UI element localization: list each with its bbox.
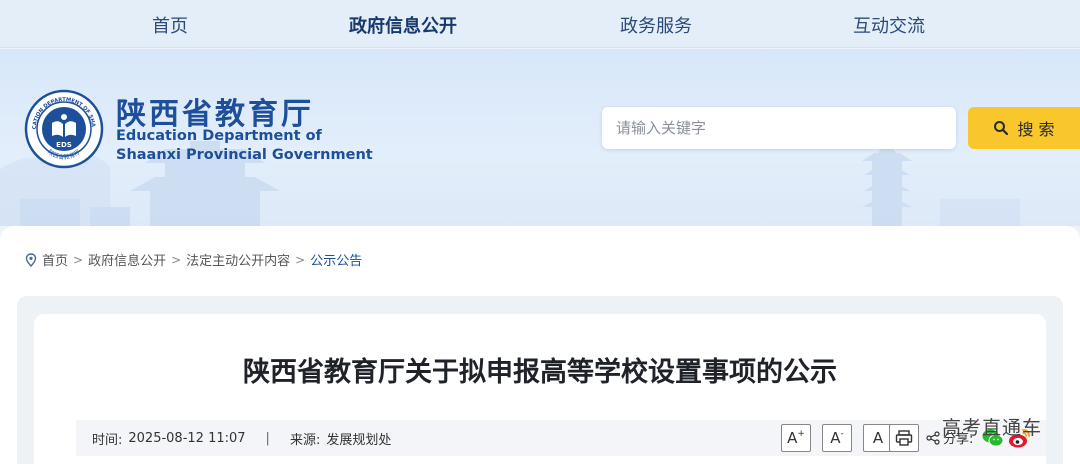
font-default-glyph: A bbox=[872, 429, 884, 447]
time-label: 时间: bbox=[92, 433, 123, 448]
time-value: 2025-08-12 11:07 bbox=[128, 431, 246, 446]
nav-item-home[interactable]: 首页 bbox=[152, 12, 188, 38]
breadcrumb-item-current[interactable]: 公示公告 bbox=[310, 250, 362, 269]
site-name-en-line2: Shaanxi Provincial Government bbox=[116, 147, 373, 163]
header-banner: EDS EDUCATION DEPARTMENT OF SHAANXI 陕西省教… bbox=[0, 49, 1080, 226]
breadcrumb-item-gov-info[interactable]: 政府信息公开 bbox=[88, 250, 166, 269]
search-button-label: 搜 索 bbox=[1017, 120, 1055, 139]
emblem-text: EDS bbox=[56, 141, 72, 149]
font-size-increase-button[interactable]: A + bbox=[781, 424, 811, 452]
education-department-emblem: EDS EDUCATION DEPARTMENT OF SHAANXI 陕西省教… bbox=[24, 89, 104, 169]
watermark-text: 高考直通车 bbox=[942, 417, 1043, 439]
article-title: 陕西省教育厅关于拟申报高等学校设置事项的公示 bbox=[243, 357, 837, 388]
site-name-en: Education Department of Shaanxi Provinci… bbox=[116, 127, 373, 165]
nav-item-interaction[interactable]: 互动交流 bbox=[853, 12, 925, 38]
location-pin-icon bbox=[25, 252, 37, 267]
font-increase-sup: + bbox=[797, 429, 805, 439]
nav-item-gov-info[interactable]: 政府信息公开 bbox=[349, 12, 457, 38]
font-increase-glyph: A bbox=[787, 429, 798, 447]
search-input[interactable] bbox=[616, 117, 936, 139]
breadcrumb-item-statutory[interactable]: 法定主动公开内容 bbox=[186, 250, 290, 269]
search-button[interactable]: 搜 索 bbox=[968, 107, 1080, 149]
font-size-decrease-button[interactable]: A- bbox=[822, 424, 852, 452]
printer-icon bbox=[895, 430, 913, 446]
print-button[interactable] bbox=[889, 424, 919, 452]
source-value: 发展规划处 bbox=[326, 433, 392, 448]
breadcrumb-separator: > bbox=[73, 252, 84, 267]
font-decrease-sup: - bbox=[840, 429, 844, 439]
search-icon bbox=[994, 121, 1009, 136]
breadcrumb: 首页 > 政府信息公开 > 法定主动公开内容 > 公示公告 bbox=[24, 250, 362, 269]
site-name-en-line1: Education Department of bbox=[116, 128, 322, 144]
search-box bbox=[602, 107, 956, 149]
article-meta-bar: 时间: 2025-08-12 11:07 | 来源: 发展规划处 A + A- A bbox=[76, 420, 1046, 456]
main-content: 首页 > 政府信息公开 > 法定主动公开内容 > 公示公告 陕西省教育厅关于拟申… bbox=[0, 226, 1080, 464]
article-meta: 时间: 2025-08-12 11:07 | 来源: 发展规划处 bbox=[92, 429, 391, 448]
breadcrumb-item-home[interactable]: 首页 bbox=[42, 250, 68, 269]
font-decrease-glyph: A bbox=[830, 429, 841, 447]
meta-divider: | bbox=[265, 431, 270, 446]
breadcrumb-separator: > bbox=[171, 252, 182, 267]
breadcrumb-separator: > bbox=[295, 252, 306, 267]
nav-item-services[interactable]: 政务服务 bbox=[620, 12, 692, 38]
article-card: 陕西省教育厅关于拟申报高等学校设置事项的公示 时间: 2025-08-12 11… bbox=[34, 314, 1046, 464]
article-wrapper: 陕西省教育厅关于拟申报高等学校设置事项的公示 时间: 2025-08-12 11… bbox=[17, 296, 1063, 464]
share-icon bbox=[926, 430, 940, 445]
top-nav: 首页 政府信息公开 政务服务 互动交流 bbox=[0, 0, 1080, 48]
source-label: 来源: bbox=[289, 433, 321, 448]
